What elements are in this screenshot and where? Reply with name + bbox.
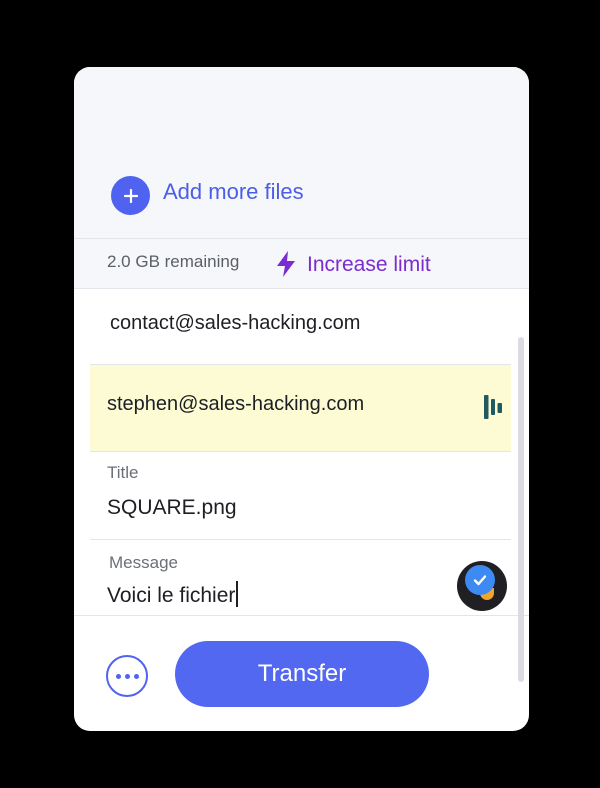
message-text: Voici le fichier bbox=[107, 584, 236, 607]
more-options-button[interactable] bbox=[106, 655, 148, 697]
storage-remaining: 2.0 GB remaining bbox=[107, 252, 240, 271]
lightning-bolt-icon bbox=[277, 251, 295, 277]
text-cursor bbox=[236, 581, 239, 607]
divider bbox=[74, 288, 529, 289]
add-more-files-link[interactable]: Add more files bbox=[163, 179, 304, 205]
dashlane-icon[interactable] bbox=[483, 393, 505, 421]
plus-icon bbox=[123, 188, 138, 203]
divider bbox=[90, 539, 511, 540]
check-icon bbox=[473, 575, 487, 586]
quota-bar: 2.0 GB remaining Increase limit bbox=[74, 239, 529, 288]
recipient-email-2[interactable]: stephen@sales-hacking.com bbox=[107, 393, 364, 416]
divider bbox=[90, 451, 511, 452]
grammarly-badge bbox=[465, 565, 495, 595]
transfer-button[interactable]: Transfer bbox=[175, 641, 429, 707]
message-label: Message bbox=[109, 553, 178, 572]
grammarly-check-icon[interactable] bbox=[457, 561, 507, 611]
transfer-panel: Add more files 2.0 GB remaining Increase… bbox=[74, 67, 529, 731]
more-dots-icon bbox=[115, 673, 121, 679]
title-input[interactable]: SQUARE.png bbox=[107, 496, 237, 520]
divider bbox=[74, 615, 529, 616]
recipient-email-input[interactable]: stephen@sales-hacking.com bbox=[90, 365, 511, 451]
upload-area: Add more files bbox=[74, 67, 529, 238]
title-label: Title bbox=[107, 463, 139, 482]
increase-limit-link[interactable]: Increase limit bbox=[307, 253, 431, 277]
recipient-email-1[interactable]: contact@sales-hacking.com bbox=[110, 312, 360, 335]
add-files-button[interactable] bbox=[111, 176, 150, 215]
scrollbar[interactable] bbox=[518, 337, 524, 682]
message-input[interactable]: Voici le fichier bbox=[107, 581, 239, 608]
